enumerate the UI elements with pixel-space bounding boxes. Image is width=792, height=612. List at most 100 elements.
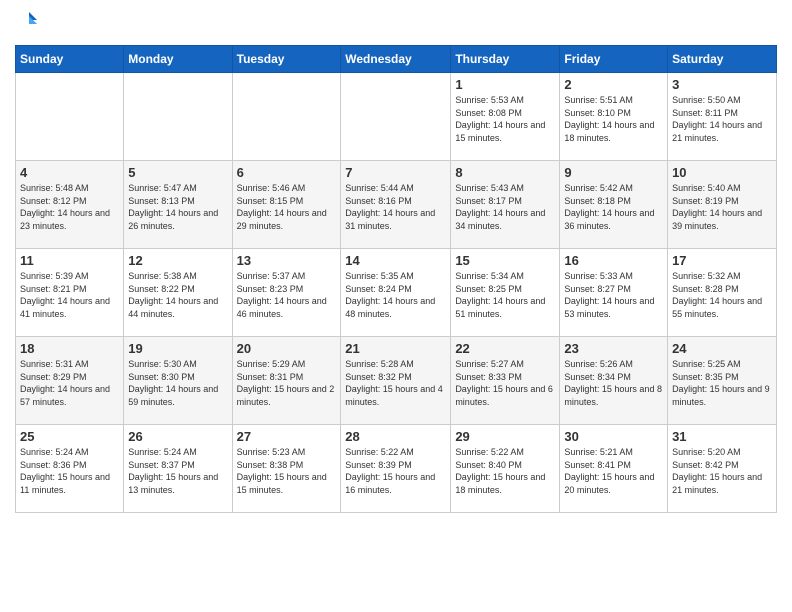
calendar-cell: 2 Sunrise: 5:51 AMSunset: 8:10 PMDaylight… bbox=[560, 73, 668, 161]
day-number: 2 bbox=[564, 77, 663, 92]
day-info: Sunrise: 5:38 AMSunset: 8:22 PMDaylight:… bbox=[128, 270, 227, 320]
logo bbox=[15, 10, 39, 37]
day-info: Sunrise: 5:32 AMSunset: 8:28 PMDaylight:… bbox=[672, 270, 772, 320]
calendar-cell: 30Sunrise: 5:21 AMSunset: 8:41 PMDayligh… bbox=[560, 425, 668, 513]
day-info: Sunrise: 5:30 AMSunset: 8:30 PMDaylight:… bbox=[128, 358, 227, 408]
calendar-cell: 5 Sunrise: 5:47 AMSunset: 8:13 PMDaylight… bbox=[124, 161, 232, 249]
day-header-sunday: Sunday bbox=[16, 46, 124, 73]
days-header-row: SundayMondayTuesdayWednesdayThursdayFrid… bbox=[16, 46, 777, 73]
calendar-cell: 16 Sunrise: 5:33 AMSunset: 8:27 PMDayligh… bbox=[560, 249, 668, 337]
day-info: Sunrise: 5:44 AMSunset: 8:16 PMDaylight:… bbox=[345, 182, 446, 232]
calendar-cell: 23 Sunrise: 5:26 AMSunset: 8:34 PMDayligh… bbox=[560, 337, 668, 425]
day-number: 5 bbox=[128, 165, 227, 180]
calendar-cell: 26Sunrise: 5:24 AMSunset: 8:37 PMDayligh… bbox=[124, 425, 232, 513]
calendar-cell: 20 Sunrise: 5:29 AMSunset: 8:31 PMDayligh… bbox=[232, 337, 341, 425]
day-header-saturday: Saturday bbox=[668, 46, 777, 73]
calendar-cell: 4 Sunrise: 5:48 AMSunset: 8:12 PMDaylight… bbox=[16, 161, 124, 249]
day-info: Sunrise: 5:27 AMSunset: 8:33 PMDaylight:… bbox=[455, 358, 555, 408]
calendar-cell: 3 Sunrise: 5:50 AMSunset: 8:11 PMDaylight… bbox=[668, 73, 777, 161]
day-number: 13 bbox=[237, 253, 337, 268]
day-number: 28 bbox=[345, 429, 446, 444]
day-info: Sunrise: 5:20 AMSunset: 8:42 PMDaylight:… bbox=[672, 446, 772, 496]
calendar-week-4: 18 Sunrise: 5:31 AMSunset: 8:29 PMDayligh… bbox=[16, 337, 777, 425]
day-info: Sunrise: 5:28 AMSunset: 8:32 PMDaylight:… bbox=[345, 358, 446, 408]
calendar-cell: 8Sunrise: 5:43 AMSunset: 8:17 PMDaylight… bbox=[451, 161, 560, 249]
day-number: 15 bbox=[455, 253, 555, 268]
calendar-cell: 17Sunrise: 5:32 AMSunset: 8:28 PMDayligh… bbox=[668, 249, 777, 337]
day-info: Sunrise: 5:29 AMSunset: 8:31 PMDaylight:… bbox=[237, 358, 337, 408]
logo-icon bbox=[17, 10, 39, 32]
day-number: 24 bbox=[672, 341, 772, 356]
day-number: 18 bbox=[20, 341, 119, 356]
calendar-cell: 9 Sunrise: 5:42 AMSunset: 8:18 PMDaylight… bbox=[560, 161, 668, 249]
day-info: Sunrise: 5:53 AMSunset: 8:08 PMDaylight:… bbox=[455, 94, 555, 144]
calendar-header: SundayMondayTuesdayWednesdayThursdayFrid… bbox=[16, 46, 777, 73]
day-header-monday: Monday bbox=[124, 46, 232, 73]
day-info: Sunrise: 5:48 AMSunset: 8:12 PMDaylight:… bbox=[20, 182, 119, 232]
day-info: Sunrise: 5:34 AMSunset: 8:25 PMDaylight:… bbox=[455, 270, 555, 320]
calendar-cell: 31Sunrise: 5:20 AMSunset: 8:42 PMDayligh… bbox=[668, 425, 777, 513]
day-number: 23 bbox=[564, 341, 663, 356]
calendar-cell: 7Sunrise: 5:44 AMSunset: 8:16 PMDaylight… bbox=[341, 161, 451, 249]
day-number: 4 bbox=[20, 165, 119, 180]
day-info: Sunrise: 5:23 AMSunset: 8:38 PMDaylight:… bbox=[237, 446, 337, 496]
day-info: Sunrise: 5:39 AMSunset: 8:21 PMDaylight:… bbox=[20, 270, 119, 320]
calendar-cell: 13 Sunrise: 5:37 AMSunset: 8:23 PMDayligh… bbox=[232, 249, 341, 337]
day-number: 12 bbox=[128, 253, 227, 268]
day-header-thursday: Thursday bbox=[451, 46, 560, 73]
day-info: Sunrise: 5:35 AMSunset: 8:24 PMDaylight:… bbox=[345, 270, 446, 320]
day-number: 19 bbox=[128, 341, 227, 356]
calendar-cell: 22 Sunrise: 5:27 AMSunset: 8:33 PMDayligh… bbox=[451, 337, 560, 425]
calendar-cell: 27 Sunrise: 5:23 AMSunset: 8:38 PMDayligh… bbox=[232, 425, 341, 513]
calendar-cell: 14 Sunrise: 5:35 AMSunset: 8:24 PMDayligh… bbox=[341, 249, 451, 337]
day-info: Sunrise: 5:26 AMSunset: 8:34 PMDaylight:… bbox=[564, 358, 663, 408]
day-info: Sunrise: 5:33 AMSunset: 8:27 PMDaylight:… bbox=[564, 270, 663, 320]
day-info: Sunrise: 5:37 AMSunset: 8:23 PMDaylight:… bbox=[237, 270, 337, 320]
day-info: Sunrise: 5:31 AMSunset: 8:29 PMDaylight:… bbox=[20, 358, 119, 408]
calendar-week-2: 4 Sunrise: 5:48 AMSunset: 8:12 PMDaylight… bbox=[16, 161, 777, 249]
calendar-cell: 25 Sunrise: 5:24 AMSunset: 8:36 PMDayligh… bbox=[16, 425, 124, 513]
day-info: Sunrise: 5:43 AMSunset: 8:17 PMDaylight:… bbox=[455, 182, 555, 232]
calendar-cell: 11 Sunrise: 5:39 AMSunset: 8:21 PMDayligh… bbox=[16, 249, 124, 337]
day-number: 20 bbox=[237, 341, 337, 356]
day-number: 11 bbox=[20, 253, 119, 268]
header bbox=[15, 10, 777, 37]
day-info: Sunrise: 5:22 AMSunset: 8:39 PMDaylight:… bbox=[345, 446, 446, 496]
calendar-cell: 1 Sunrise: 5:53 AMSunset: 8:08 PMDaylight… bbox=[451, 73, 560, 161]
calendar-cell: 21 Sunrise: 5:28 AMSunset: 8:32 PMDayligh… bbox=[341, 337, 451, 425]
day-info: Sunrise: 5:50 AMSunset: 8:11 PMDaylight:… bbox=[672, 94, 772, 144]
calendar-cell bbox=[232, 73, 341, 161]
day-number: 30 bbox=[564, 429, 663, 444]
calendar-cell: 6 Sunrise: 5:46 AMSunset: 8:15 PMDaylight… bbox=[232, 161, 341, 249]
day-header-friday: Friday bbox=[560, 46, 668, 73]
calendar-cell: 24 Sunrise: 5:25 AMSunset: 8:35 PMDayligh… bbox=[668, 337, 777, 425]
calendar-week-3: 11 Sunrise: 5:39 AMSunset: 8:21 PMDayligh… bbox=[16, 249, 777, 337]
calendar-cell bbox=[341, 73, 451, 161]
calendar-cell: 12 Sunrise: 5:38 AMSunset: 8:22 PMDayligh… bbox=[124, 249, 232, 337]
day-number: 1 bbox=[455, 77, 555, 92]
calendar-cell: 29Sunrise: 5:22 AMSunset: 8:40 PMDayligh… bbox=[451, 425, 560, 513]
day-number: 16 bbox=[564, 253, 663, 268]
calendar-cell bbox=[124, 73, 232, 161]
day-info: Sunrise: 5:24 AMSunset: 8:36 PMDaylight:… bbox=[20, 446, 119, 496]
calendar-cell bbox=[16, 73, 124, 161]
calendar-body: 1 Sunrise: 5:53 AMSunset: 8:08 PMDaylight… bbox=[16, 73, 777, 513]
day-info: Sunrise: 5:51 AMSunset: 8:10 PMDaylight:… bbox=[564, 94, 663, 144]
day-number: 3 bbox=[672, 77, 772, 92]
day-number: 14 bbox=[345, 253, 446, 268]
day-number: 21 bbox=[345, 341, 446, 356]
day-number: 6 bbox=[237, 165, 337, 180]
day-number: 25 bbox=[20, 429, 119, 444]
day-info: Sunrise: 5:25 AMSunset: 8:35 PMDaylight:… bbox=[672, 358, 772, 408]
calendar-cell: 15 Sunrise: 5:34 AMSunset: 8:25 PMDayligh… bbox=[451, 249, 560, 337]
day-info: Sunrise: 5:47 AMSunset: 8:13 PMDaylight:… bbox=[128, 182, 227, 232]
calendar-week-1: 1 Sunrise: 5:53 AMSunset: 8:08 PMDaylight… bbox=[16, 73, 777, 161]
day-info: Sunrise: 5:24 AMSunset: 8:37 PMDaylight:… bbox=[128, 446, 227, 496]
day-number: 9 bbox=[564, 165, 663, 180]
day-number: 22 bbox=[455, 341, 555, 356]
day-info: Sunrise: 5:42 AMSunset: 8:18 PMDaylight:… bbox=[564, 182, 663, 232]
calendar-week-5: 25 Sunrise: 5:24 AMSunset: 8:36 PMDayligh… bbox=[16, 425, 777, 513]
day-number: 27 bbox=[237, 429, 337, 444]
day-info: Sunrise: 5:46 AMSunset: 8:15 PMDaylight:… bbox=[237, 182, 337, 232]
day-number: 29 bbox=[455, 429, 555, 444]
